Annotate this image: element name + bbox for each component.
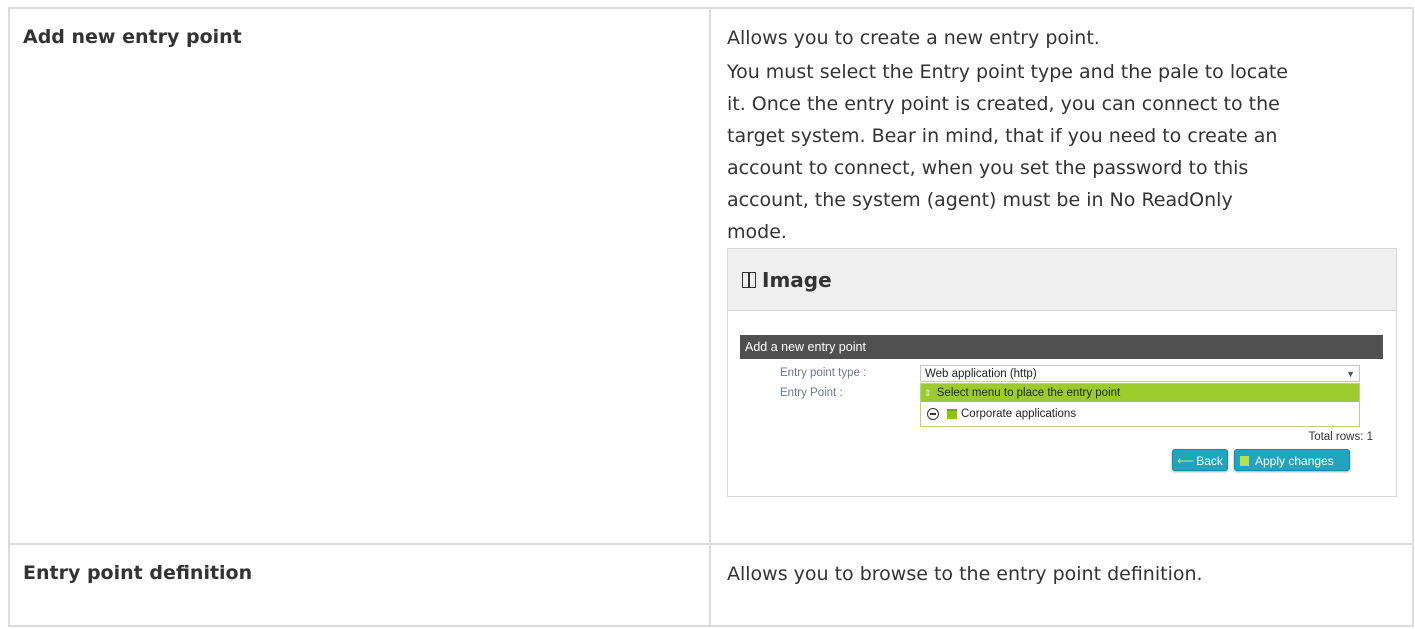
documentation-table: Add new entry point Allows you to create… bbox=[8, 7, 1414, 627]
term-label: Entry point definition bbox=[23, 562, 253, 584]
table-row: Entry point definition Allows you to bro… bbox=[8, 543, 1414, 627]
term-cell: Entry point definition bbox=[8, 543, 711, 627]
description-line: mode. bbox=[727, 221, 787, 243]
image-panel-title: Image bbox=[762, 267, 832, 292]
book-icon bbox=[742, 271, 756, 288]
dialog-title: Add a new entry point bbox=[740, 335, 1383, 359]
description-cell: Allows you to browse to the entry point … bbox=[709, 543, 1414, 627]
entry-point-type-value: Web application (http) bbox=[925, 368, 1037, 380]
description-line: Allows you to browse to the entry point … bbox=[727, 563, 1203, 585]
term-label: Add new entry point bbox=[23, 26, 242, 48]
apply-changes-button[interactable]: Apply changes bbox=[1234, 449, 1350, 471]
back-arrow-icon: ⟵ bbox=[1177, 454, 1195, 468]
back-button-label: Back bbox=[1196, 454, 1223, 468]
image-panel: Image Add a new entry point Entry point … bbox=[727, 248, 1397, 497]
folder-icon bbox=[947, 409, 957, 419]
description-line: target system. Bear in mind, that if you… bbox=[727, 125, 1278, 147]
embedded-screenshot: Add a new entry point Entry point type :… bbox=[740, 335, 1383, 471]
description-line: You must select the Entry point type and… bbox=[727, 61, 1288, 83]
apply-changes-label: Apply changes bbox=[1255, 454, 1334, 468]
save-icon bbox=[1240, 456, 1249, 466]
description-line: Allows you to create a new entry point. bbox=[727, 27, 1100, 49]
chevron-down-icon: ▼ bbox=[1346, 369, 1355, 379]
entry-point-type-select[interactable]: Web application (http) ▼ bbox=[920, 365, 1360, 382]
description-line: it. Once the entry point is created, you… bbox=[727, 93, 1280, 115]
tree-header-label: Select menu to place the entry point bbox=[936, 387, 1121, 399]
entry-point-label: Entry Point : bbox=[780, 387, 843, 399]
description-text: Allows you to browse to the entry point … bbox=[711, 545, 1395, 586]
description-text: Allows you to create a new entry point. … bbox=[711, 9, 1395, 248]
tree-header: ⇕ Select menu to place the entry point bbox=[921, 384, 1359, 402]
tree-item[interactable]: Corporate applications bbox=[921, 402, 1359, 426]
entry-point-tree: ⇕ Select menu to place the entry point C… bbox=[920, 383, 1360, 427]
term-cell: Add new entry point bbox=[8, 7, 711, 545]
description-line: account, the system (agent) must be in N… bbox=[727, 189, 1233, 211]
collapse-icon[interactable] bbox=[927, 408, 939, 420]
tree-item-label: Corporate applications bbox=[961, 408, 1077, 420]
sort-icon: ⇕ bbox=[924, 388, 932, 398]
total-rows: Total rows: 1 bbox=[1308, 431, 1373, 443]
table-row: Add new entry point Allows you to create… bbox=[8, 7, 1414, 545]
back-button[interactable]: ⟵ Back bbox=[1172, 449, 1228, 471]
description-line: account to connect, when you set the pas… bbox=[727, 157, 1249, 179]
entry-point-type-label: Entry point type : bbox=[780, 367, 867, 379]
image-panel-header[interactable]: Image bbox=[728, 249, 1396, 311]
description-cell: Allows you to create a new entry point. … bbox=[709, 7, 1414, 545]
